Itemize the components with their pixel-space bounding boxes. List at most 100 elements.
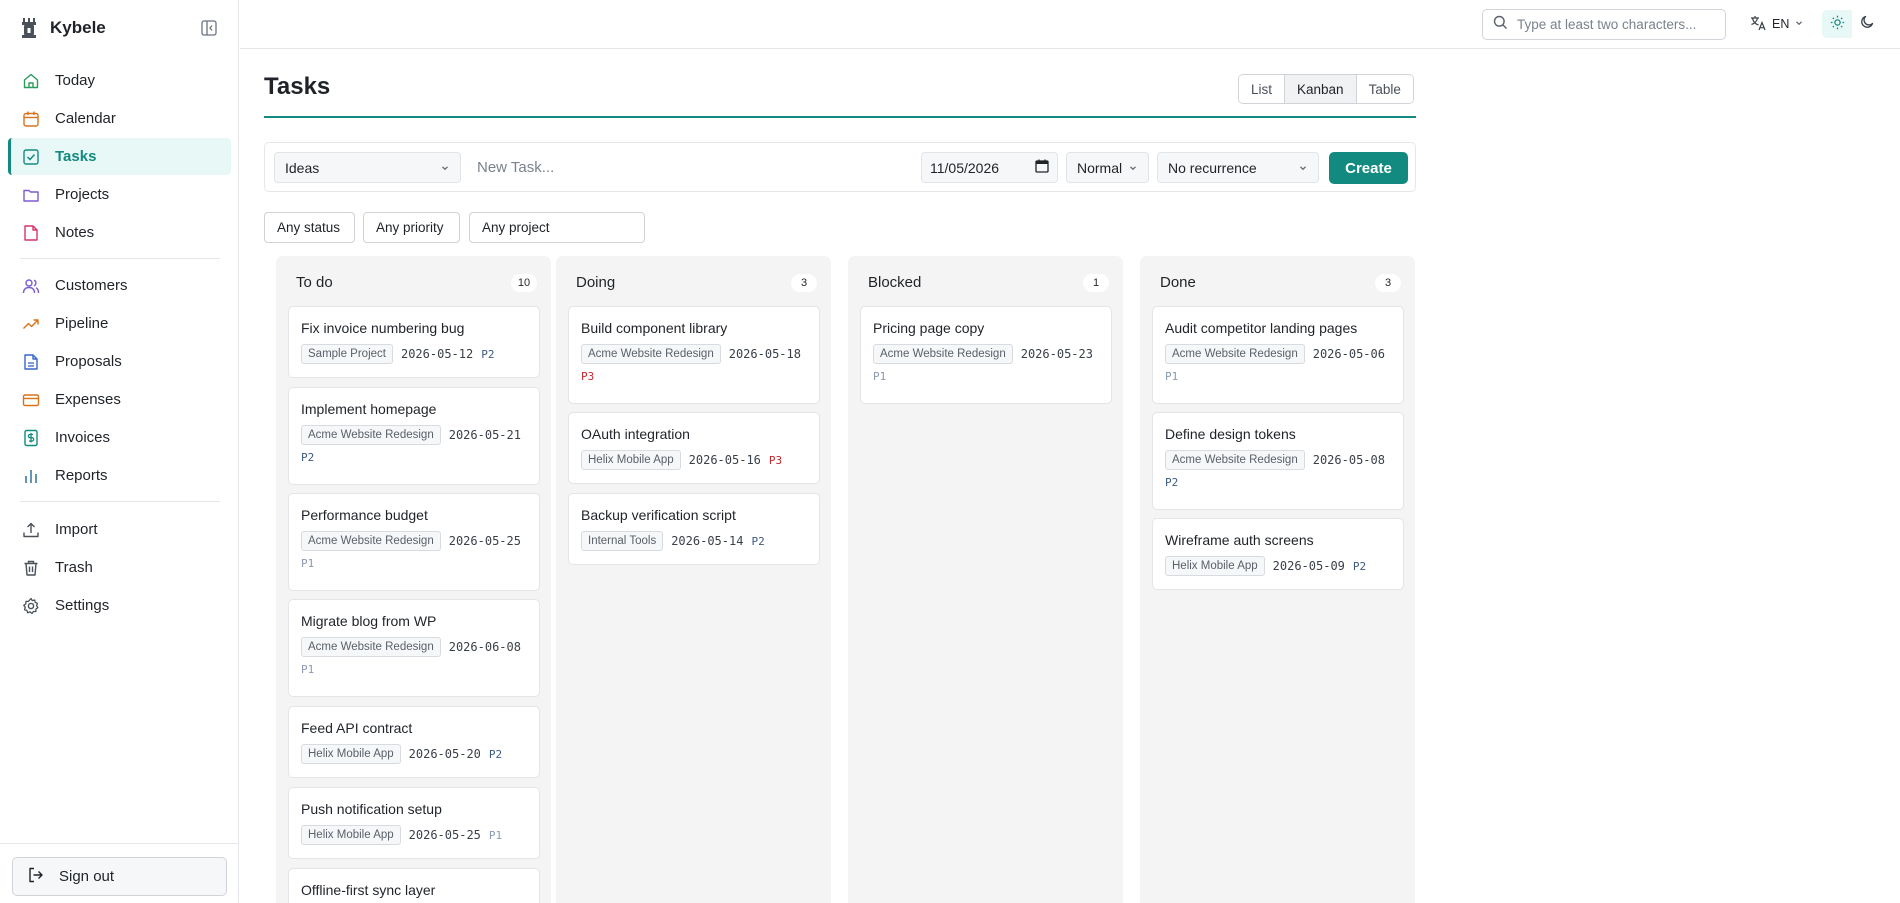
due-date: 2026-05-21 [448, 428, 521, 442]
column-count-badge: 10 [511, 274, 537, 292]
column-title: Doing [576, 274, 616, 291]
global-search[interactable] [1482, 9, 1726, 40]
sidebar-item-trash[interactable]: Trash [8, 549, 231, 586]
priority-badge: P2 [1352, 559, 1367, 573]
task-card[interactable]: Build component library Acme Website Rede… [568, 306, 820, 404]
priority-badge: P1 [488, 828, 503, 842]
sign-out-button[interactable]: Sign out [12, 857, 227, 896]
dark-theme-button[interactable] [1852, 10, 1882, 38]
column-count-badge: 1 [1083, 274, 1109, 292]
task-meta: Acme Website Redesign 2026-06-08 P1 [301, 637, 533, 676]
nav-business: Customers Pipeline Proposals Expenses In… [8, 267, 231, 495]
due-date: 2026-05-23 [1020, 347, 1093, 361]
sidebar-item-tasks[interactable]: Tasks [8, 138, 231, 175]
sidebar-item-pipeline[interactable]: Pipeline [8, 305, 231, 342]
search-input[interactable] [1517, 17, 1717, 32]
sidebar-item-reports[interactable]: Reports [8, 457, 231, 494]
task-meta: Internal Tools 2026-05-14 P2 [581, 531, 813, 551]
due-date: 2026-06-08 [448, 640, 521, 654]
create-task-button[interactable]: Create [1329, 152, 1408, 184]
sidebar-item-expenses[interactable]: Expenses [8, 381, 231, 418]
nav-divider [20, 501, 220, 502]
task-title: Pricing page copy [873, 320, 985, 336]
due-date: 2026-05-25 [408, 828, 481, 842]
task-card[interactable]: Migrate blog from WP Acme Website Redesig… [288, 599, 540, 697]
sidebar-item-notes[interactable]: Notes [8, 214, 231, 251]
light-theme-button[interactable] [1822, 10, 1852, 38]
nav-system: Import Trash Settings [8, 511, 231, 625]
task-title: Migrate blog from WP [301, 613, 437, 629]
sun-icon [1830, 15, 1845, 34]
priority-filter[interactable]: Any priority [363, 212, 460, 243]
language-select[interactable]: EN [1750, 13, 1804, 35]
column-title: Blocked [868, 274, 922, 291]
folder-icon [21, 185, 41, 205]
invoice-icon [21, 428, 41, 448]
task-card[interactable]: Fix invoice numbering bug Sample Project 2… [288, 306, 540, 378]
sidebar-item-settings[interactable]: Settings [8, 587, 231, 624]
priority-badge: P2 [481, 347, 495, 361]
recurrence-select[interactable]: No recurrence [1157, 152, 1319, 183]
task-card[interactable]: Performance budget Acme Website Redesign 2… [288, 493, 540, 591]
priority-select[interactable]: Normal [1066, 152, 1149, 183]
sidebar-item-label: Settings [55, 597, 110, 614]
task-card[interactable]: Implement homepage Acme Website Redesign 2… [288, 387, 540, 485]
sidebar-item-projects[interactable]: Projects [8, 176, 231, 213]
due-date: 2026-05-14 [671, 534, 744, 548]
task-title: Define design tokens [1165, 426, 1296, 442]
sidebar-collapse-icon[interactable] [199, 18, 219, 38]
project-select[interactable]: Ideas [274, 152, 461, 183]
sidebar-item-label: Invoices [55, 429, 111, 446]
project-filter[interactable]: Any project [469, 212, 645, 243]
translate-icon [1750, 15, 1767, 34]
task-title: Performance budget [301, 507, 428, 523]
sidebar-item-today[interactable]: Today [8, 62, 231, 99]
calendar-picker-icon[interactable] [1035, 159, 1049, 176]
sidebar-item-label: Today [55, 72, 96, 89]
sidebar-item-customers[interactable]: Customers [8, 267, 231, 304]
sidebar-item-calendar[interactable]: Calendar [8, 100, 231, 137]
task-meta: Acme Website Redesign 2026-05-23 P1 [873, 344, 1105, 383]
priority-badge: P1 [301, 663, 315, 676]
view-list-button[interactable]: List [1239, 75, 1285, 103]
page-title: Tasks [264, 73, 331, 100]
task-meta: Helix Mobile App 2026-05-20 P2 [301, 744, 533, 764]
due-date-input[interactable]: 11/05/2026 [921, 152, 1058, 183]
sidebar-item-label: Expenses [55, 391, 121, 408]
sidebar-item-label: Calendar [55, 110, 116, 127]
status-filter[interactable]: Any status [264, 212, 355, 243]
sidebar-item-invoices[interactable]: Invoices [8, 419, 231, 456]
calendar-icon [21, 109, 41, 129]
theme-toggle [1822, 10, 1882, 38]
project-tag: Acme Website Redesign [301, 531, 441, 551]
task-meta: Helix Mobile App 2026-05-16 P3 [581, 450, 813, 470]
note-icon [21, 223, 41, 243]
sidebar-item-label: Import [55, 521, 98, 538]
topbar: EN [240, 0, 1900, 49]
task-title: Audit competitor landing pages [1165, 320, 1358, 336]
task-card[interactable]: Backup verification script Internal Tools… [568, 493, 820, 565]
title-underline [264, 116, 1416, 118]
priority-badge: P3 [768, 453, 783, 467]
project-select-value: Ideas [285, 159, 320, 176]
sidebar-item-proposals[interactable]: Proposals [8, 343, 231, 380]
priority-badge: P1 [1165, 370, 1179, 383]
column-count-badge: 3 [791, 274, 817, 292]
task-card[interactable]: Push notification setup Helix Mobile App 2… [288, 787, 540, 859]
task-card[interactable]: Wireframe auth screens Helix Mobile App 20… [1152, 518, 1404, 590]
sidebar-footer-divider [0, 843, 239, 844]
priority-badge: P2 [488, 747, 503, 761]
column-doing: Doing 3 Build component library Acme Websit… [556, 256, 831, 903]
task-card[interactable]: Offline-first sync layer [288, 868, 540, 903]
task-card[interactable]: Pricing page copy Acme Website Redesign 20… [860, 306, 1112, 404]
sidebar-item-import[interactable]: Import [8, 511, 231, 548]
task-card[interactable]: OAuth integration Helix Mobile App 2026-05… [568, 412, 820, 484]
new-task-input[interactable] [477, 153, 897, 182]
view-kanban-button[interactable]: Kanban [1284, 75, 1356, 103]
view-table-button[interactable]: Table [1355, 75, 1413, 103]
task-title: Feed API contract [301, 720, 413, 736]
column-title: Done [1160, 274, 1196, 291]
task-card[interactable]: Define design tokens Acme Website Redesig… [1152, 412, 1404, 510]
task-card[interactable]: Audit competitor landing pages Acme Websi… [1152, 306, 1404, 404]
task-card[interactable]: Feed API contract Helix Mobile App 2026-05… [288, 706, 540, 778]
